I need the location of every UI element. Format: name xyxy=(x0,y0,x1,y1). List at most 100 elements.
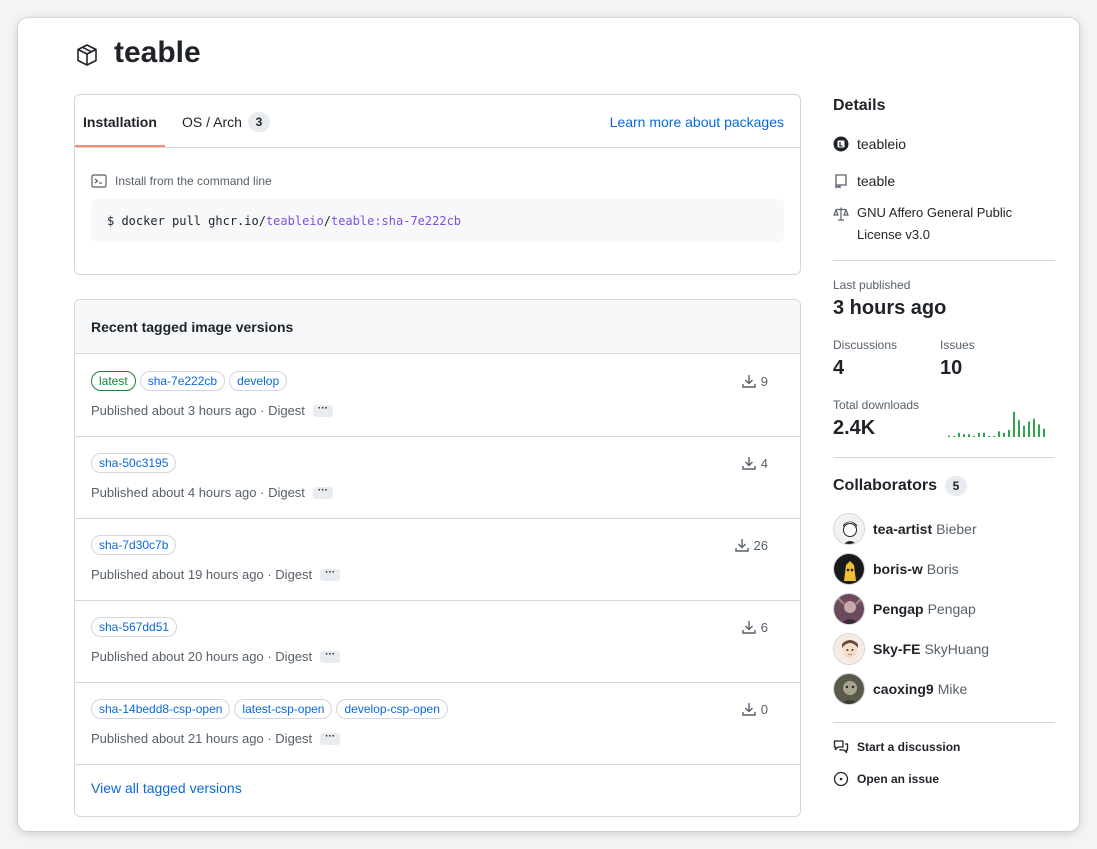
command-image: teable:sha-7e222cb xyxy=(330,213,462,228)
sparkline-bar xyxy=(973,436,975,437)
tag-sha[interactable]: sha-50c3195 xyxy=(91,453,177,473)
details-heading: Details xyxy=(833,97,886,114)
tab-installation-label: Installation xyxy=(83,113,157,130)
docker-command[interactable]: $ docker pull ghcr.io/teableio / teable:sh… xyxy=(91,199,784,242)
version-row: sha-7d30c7b 26 Published about 19 hours … xyxy=(75,519,800,601)
page-title: teable xyxy=(114,36,201,69)
download-count-value: 4 xyxy=(760,455,768,471)
collaborator-item[interactable]: Sky-FE SkyHuang xyxy=(833,633,989,665)
tab-bar: Installation OS / Arch 3 Learn more abou… xyxy=(75,95,800,148)
published-info: Published about 4 hours ago · Digest ··· xyxy=(91,485,333,500)
tab-installation[interactable]: Installation xyxy=(83,95,157,148)
download-count: 0 xyxy=(741,701,768,717)
owner-name: teableio xyxy=(857,136,907,152)
version-row: sha-50c3195 4 Published about 4 hours ag… xyxy=(75,437,800,519)
sparkline-bar xyxy=(953,436,955,437)
tag-sha[interactable]: sha-7e222cb xyxy=(139,371,226,391)
published-text: Published about 3 hours ago · Digest xyxy=(91,403,305,418)
sparkline-bar xyxy=(1038,424,1040,437)
published-info: Published about 3 hours ago · Digest ··· xyxy=(91,403,333,418)
sparkline-bar xyxy=(958,432,960,437)
published-text: Published about 4 hours ago · Digest xyxy=(91,485,305,500)
tab-os-arch[interactable]: OS / Arch 3 xyxy=(182,95,270,148)
tag-list: sha-50c3195 xyxy=(91,453,177,473)
collaborator-item[interactable]: Pengap Pengap xyxy=(833,593,976,625)
tag-list: sha-7d30c7b xyxy=(91,535,177,555)
version-row: sha-567dd51 6 Published about 20 hours a… xyxy=(75,601,800,683)
download-count-value: 0 xyxy=(760,701,768,717)
sparkline-bar xyxy=(1023,425,1025,437)
versions-panel: Recent tagged image versions latest sha-… xyxy=(74,299,801,817)
avatar xyxy=(833,593,865,625)
sparkline-bar xyxy=(978,432,980,437)
tag-latest-csp[interactable]: latest-csp-open xyxy=(234,699,333,719)
issue-opened-icon xyxy=(833,771,849,787)
command-separator: / xyxy=(323,213,331,228)
tag-develop[interactable]: develop xyxy=(229,371,288,391)
digest-expand-button[interactable]: ··· xyxy=(312,485,333,499)
package-page: teable Installation OS / Arch 3 Learn mo… xyxy=(18,18,1079,831)
command-owner: teableio xyxy=(265,213,324,228)
divider xyxy=(833,260,1055,261)
collaborator-name: Bieber xyxy=(936,521,977,537)
collaborators-heading-row: Collaborators 5 xyxy=(833,476,968,496)
collaborator-item[interactable]: boris-w Boris xyxy=(833,553,959,585)
total-downloads-value: 2.4K xyxy=(833,417,876,439)
published-info: Published about 19 hours ago · Digest ··… xyxy=(91,567,341,582)
license-link[interactable]: GNU Affero General Public License v3.0 xyxy=(833,202,1012,246)
version-row: sha-14bedd8-csp-open latest-csp-open dev… xyxy=(75,683,800,765)
open-issue-link[interactable]: Open an issue xyxy=(833,771,939,787)
published-text: Published about 20 hours ago · Digest xyxy=(91,649,313,664)
issues-value: 10 xyxy=(940,357,963,379)
tag-sha[interactable]: sha-14bedd8-csp-open xyxy=(91,699,231,719)
digest-expand-button[interactable]: ··· xyxy=(320,731,341,745)
collaborator-name: SkyHuang xyxy=(924,641,990,657)
start-discussion-link[interactable]: Start a discussion xyxy=(833,739,960,755)
download-icon xyxy=(742,703,756,716)
download-count-value: 9 xyxy=(760,373,768,389)
sparkline-bar xyxy=(1043,428,1045,437)
comment-discussion-icon xyxy=(833,740,849,754)
license-line: License v3.0 xyxy=(857,227,930,242)
org-avatar-icon xyxy=(833,136,849,152)
view-all-versions-link[interactable]: View all tagged versions xyxy=(91,780,242,796)
learn-more-link[interactable]: Learn more about packages xyxy=(610,95,784,148)
collaborator-item[interactable]: tea-artist Bieber xyxy=(833,513,977,545)
details-sidebar: Details teableio teable GNU Affero Gener… xyxy=(833,94,1055,831)
collaborator-login: boris-w xyxy=(873,561,923,577)
download-count: 9 xyxy=(741,373,768,389)
tag-sha[interactable]: sha-567dd51 xyxy=(91,617,178,637)
command-prefix: $ docker pull ghcr.io/ xyxy=(107,213,266,228)
tag-list: sha-567dd51 xyxy=(91,617,178,637)
published-info: Published about 21 hours ago · Digest ··… xyxy=(91,731,341,746)
download-icon xyxy=(742,457,756,470)
digest-expand-button[interactable]: ··· xyxy=(320,567,341,581)
digest-expand-button[interactable]: ··· xyxy=(312,403,333,417)
collaborator-item[interactable]: caoxing9 Mike xyxy=(833,673,967,705)
tag-list: sha-14bedd8-csp-open latest-csp-open dev… xyxy=(91,699,448,719)
sparkline-bar xyxy=(988,436,990,437)
repo-link[interactable]: teable xyxy=(833,173,895,189)
tag-latest[interactable]: latest xyxy=(91,371,136,391)
sparkline-bar xyxy=(963,434,965,437)
repo-name: teable xyxy=(857,173,896,189)
law-icon xyxy=(833,207,849,221)
tag-sha[interactable]: sha-7d30c7b xyxy=(91,535,177,555)
collaborator-login: Pengap xyxy=(873,601,924,617)
terminal-icon xyxy=(91,174,107,188)
avatar xyxy=(833,673,865,705)
published-info: Published about 20 hours ago · Digest ··… xyxy=(91,649,341,664)
digest-expand-button[interactable]: ··· xyxy=(320,649,341,663)
tag-develop-csp[interactable]: develop-csp-open xyxy=(336,699,448,719)
installation-panel: Installation OS / Arch 3 Learn more abou… xyxy=(74,94,801,275)
sparkline-bar xyxy=(1008,430,1010,437)
tab-os-arch-label: OS / Arch xyxy=(182,113,242,130)
owner-link[interactable]: teableio xyxy=(833,136,906,152)
published-text: Published about 21 hours ago · Digest xyxy=(91,731,313,746)
sparkline-bar xyxy=(1018,420,1020,437)
version-row: latest sha-7e222cb develop 9 Published a… xyxy=(75,355,800,437)
download-icon xyxy=(734,539,749,552)
active-tab-indicator xyxy=(75,145,165,147)
avatar xyxy=(833,513,865,545)
download-count: 26 xyxy=(734,537,768,553)
